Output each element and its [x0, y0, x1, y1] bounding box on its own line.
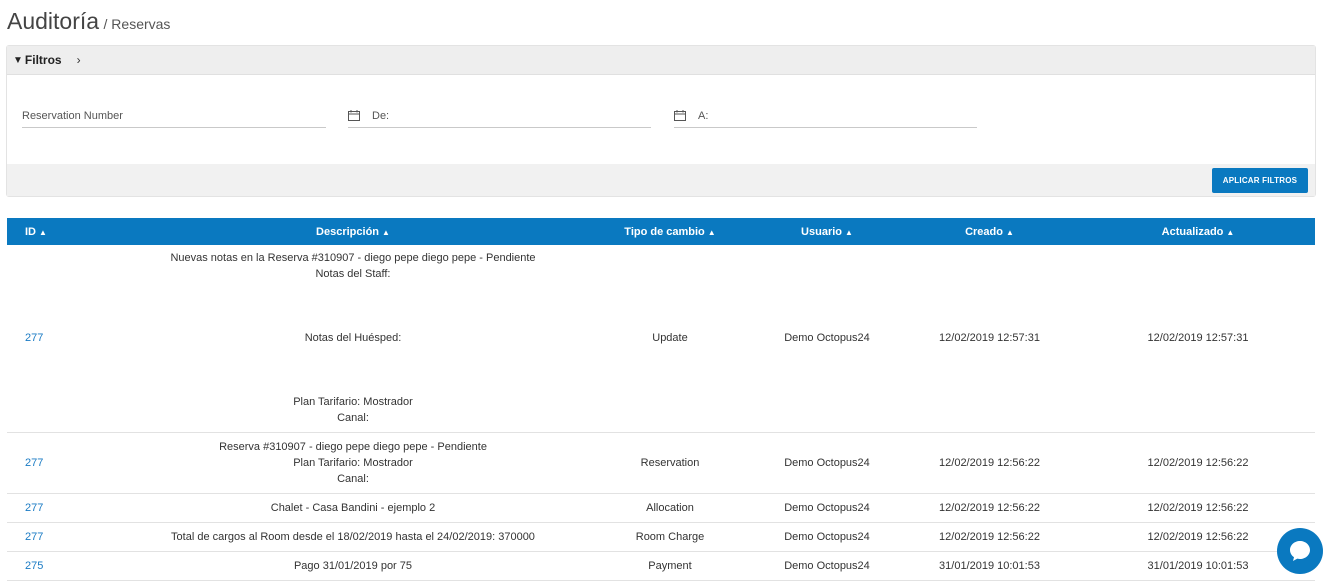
- description-line: [122, 346, 584, 362]
- row-user: Demo Octopus24: [756, 245, 898, 433]
- description-line: Plan Tarifario: Mostrador: [293, 456, 413, 469]
- chat-button[interactable]: [1277, 528, 1323, 574]
- audit-table: ID ▲︎ Descripción ▲︎ Tipo de cambio ▲︎ Usua…: [7, 218, 1315, 581]
- row-id-link[interactable]: 277: [7, 522, 122, 552]
- page-title-main: Auditoría: [7, 8, 100, 34]
- table-row: 277 Nuevas notas en la Reserva #310907 - …: [7, 245, 1315, 433]
- sort-icon[interactable]: ▲︎: [382, 228, 390, 237]
- column-header-id[interactable]: ID ▲︎: [7, 218, 122, 245]
- description-line: Pago 31/01/2019 por 75: [293, 559, 413, 572]
- description-line: [122, 282, 584, 298]
- sort-icon[interactable]: ▲︎: [1226, 228, 1234, 237]
- row-user: Demo Octopus24: [756, 522, 898, 552]
- row-description: Chalet - Casa Bandini - ejemplo 2: [122, 493, 584, 523]
- column-header-creado[interactable]: Creado ▲︎: [898, 218, 1081, 245]
- row-updated: 12/02/2019 12:56:22: [1081, 432, 1315, 494]
- row-created: 12/02/2019 12:56:22: [898, 432, 1081, 494]
- audit-table-container: ID ▲︎ Descripción ▲︎ Tipo de cambio ▲︎ Usua…: [7, 218, 1315, 581]
- row-change-type: Reservation: [584, 432, 756, 494]
- column-header-usuario[interactable]: Usuario ▲︎: [756, 218, 898, 245]
- row-user: Demo Octopus24: [756, 432, 898, 494]
- date-to-input[interactable]: [698, 109, 977, 122]
- row-description: Reserva #310907 - diego pepe diego pepe …: [122, 432, 584, 494]
- row-created: 12/02/2019 12:56:22: [898, 522, 1081, 552]
- chevron-right-icon[interactable]: ›: [77, 53, 81, 67]
- calendar-icon[interactable]: [348, 110, 360, 121]
- filter-heading: Filtros: [24, 53, 62, 67]
- table-row: 275 Pago 31/01/2019 por 75 Payment Demo Oct…: [7, 551, 1315, 581]
- row-created: 31/01/2019 10:01:53: [898, 551, 1081, 581]
- filter-panel-header[interactable]: ▼ Filtros ›: [7, 46, 1315, 75]
- description-line: Reserva #310907 - diego pepe diego pepe …: [219, 440, 487, 453]
- row-updated: 12/02/2019 12:56:22: [1081, 493, 1315, 523]
- description-line: [122, 378, 584, 394]
- table-row: 277 Chalet - Casa Bandini - ejemplo 2 Allo…: [7, 493, 1315, 523]
- description-line: Chalet - Casa Bandini - ejemplo 2: [270, 501, 436, 514]
- description-line: Nuevas notas en la Reserva #310907 - die…: [170, 252, 536, 265]
- calendar-icon[interactable]: [674, 110, 686, 121]
- row-description: Pago 31/01/2019 por 75: [122, 551, 584, 581]
- table-row: 277 Reserva #310907 - diego pepe diego pe…: [7, 432, 1315, 494]
- table-header-row: ID ▲︎ Descripción ▲︎ Tipo de cambio ▲︎ Usua…: [7, 218, 1315, 245]
- column-header-actualizado[interactable]: Actualizado ▲︎: [1081, 218, 1315, 245]
- reservation-number-input[interactable]: [22, 109, 326, 122]
- filter-panel-footer: APLICAR FILTROS: [7, 164, 1315, 196]
- reservation-number-field[interactable]: [22, 104, 326, 128]
- description-line: Plan Tarifario: Mostrador: [293, 396, 413, 409]
- sort-icon[interactable]: ▲︎: [39, 228, 47, 237]
- row-id-link[interactable]: 275: [7, 551, 122, 581]
- row-user: Demo Octopus24: [756, 493, 898, 523]
- row-created: 12/02/2019 12:57:31: [898, 245, 1081, 433]
- row-created: 12/02/2019 12:56:22: [898, 493, 1081, 523]
- row-change-type: Allocation: [584, 493, 756, 523]
- row-id-link[interactable]: 277: [7, 245, 122, 433]
- description-line: [122, 362, 584, 378]
- date-from-input[interactable]: [372, 109, 651, 122]
- row-updated: 12/02/2019 12:57:31: [1081, 245, 1315, 433]
- breadcrumb: / Reservas: [103, 16, 171, 32]
- table-body: 277 Nuevas notas en la Reserva #310907 - …: [7, 245, 1315, 581]
- filter-panel: ▼ Filtros › APLICAR FILTROS: [6, 45, 1316, 197]
- description-line: [122, 314, 584, 330]
- row-id-link[interactable]: 277: [7, 493, 122, 523]
- row-description: Nuevas notas en la Reserva #310907 - die…: [122, 245, 584, 433]
- description-line: Notas del Staff:: [315, 268, 391, 281]
- row-id-link[interactable]: 277: [7, 432, 122, 494]
- column-header-tipo[interactable]: Tipo de cambio ▲︎: [584, 218, 756, 245]
- description-line: Total de cargos al Room desde el 18/02/2…: [171, 530, 535, 543]
- date-to-field[interactable]: [674, 104, 977, 128]
- description-line: [122, 298, 584, 314]
- column-header-descripcion[interactable]: Descripción ▲︎: [122, 218, 584, 245]
- row-user: Demo Octopus24: [756, 551, 898, 581]
- row-change-type: Payment: [584, 551, 756, 581]
- row-change-type: Room Charge: [584, 522, 756, 552]
- apply-filters-button[interactable]: APLICAR FILTROS: [1212, 168, 1308, 193]
- row-description: Total de cargos al Room desde el 18/02/2…: [122, 522, 584, 552]
- sort-icon[interactable]: ▲︎: [845, 228, 853, 237]
- table-row: 277 Total de cargos al Room desde el 18/0…: [7, 522, 1315, 552]
- chat-bubble-icon: [1290, 541, 1310, 561]
- description-line: Notas del Huésped:: [304, 332, 402, 345]
- row-change-type: Update: [584, 245, 756, 433]
- description-line: Canal:: [337, 412, 369, 425]
- page-title: Auditoría / Reservas: [7, 8, 170, 35]
- sort-icon[interactable]: ▲︎: [1006, 228, 1014, 237]
- description-line: Canal:: [337, 472, 369, 485]
- sort-icon[interactable]: ▲︎: [708, 228, 716, 237]
- date-from-field[interactable]: [348, 104, 651, 128]
- filter-icon: ▼: [13, 54, 23, 66]
